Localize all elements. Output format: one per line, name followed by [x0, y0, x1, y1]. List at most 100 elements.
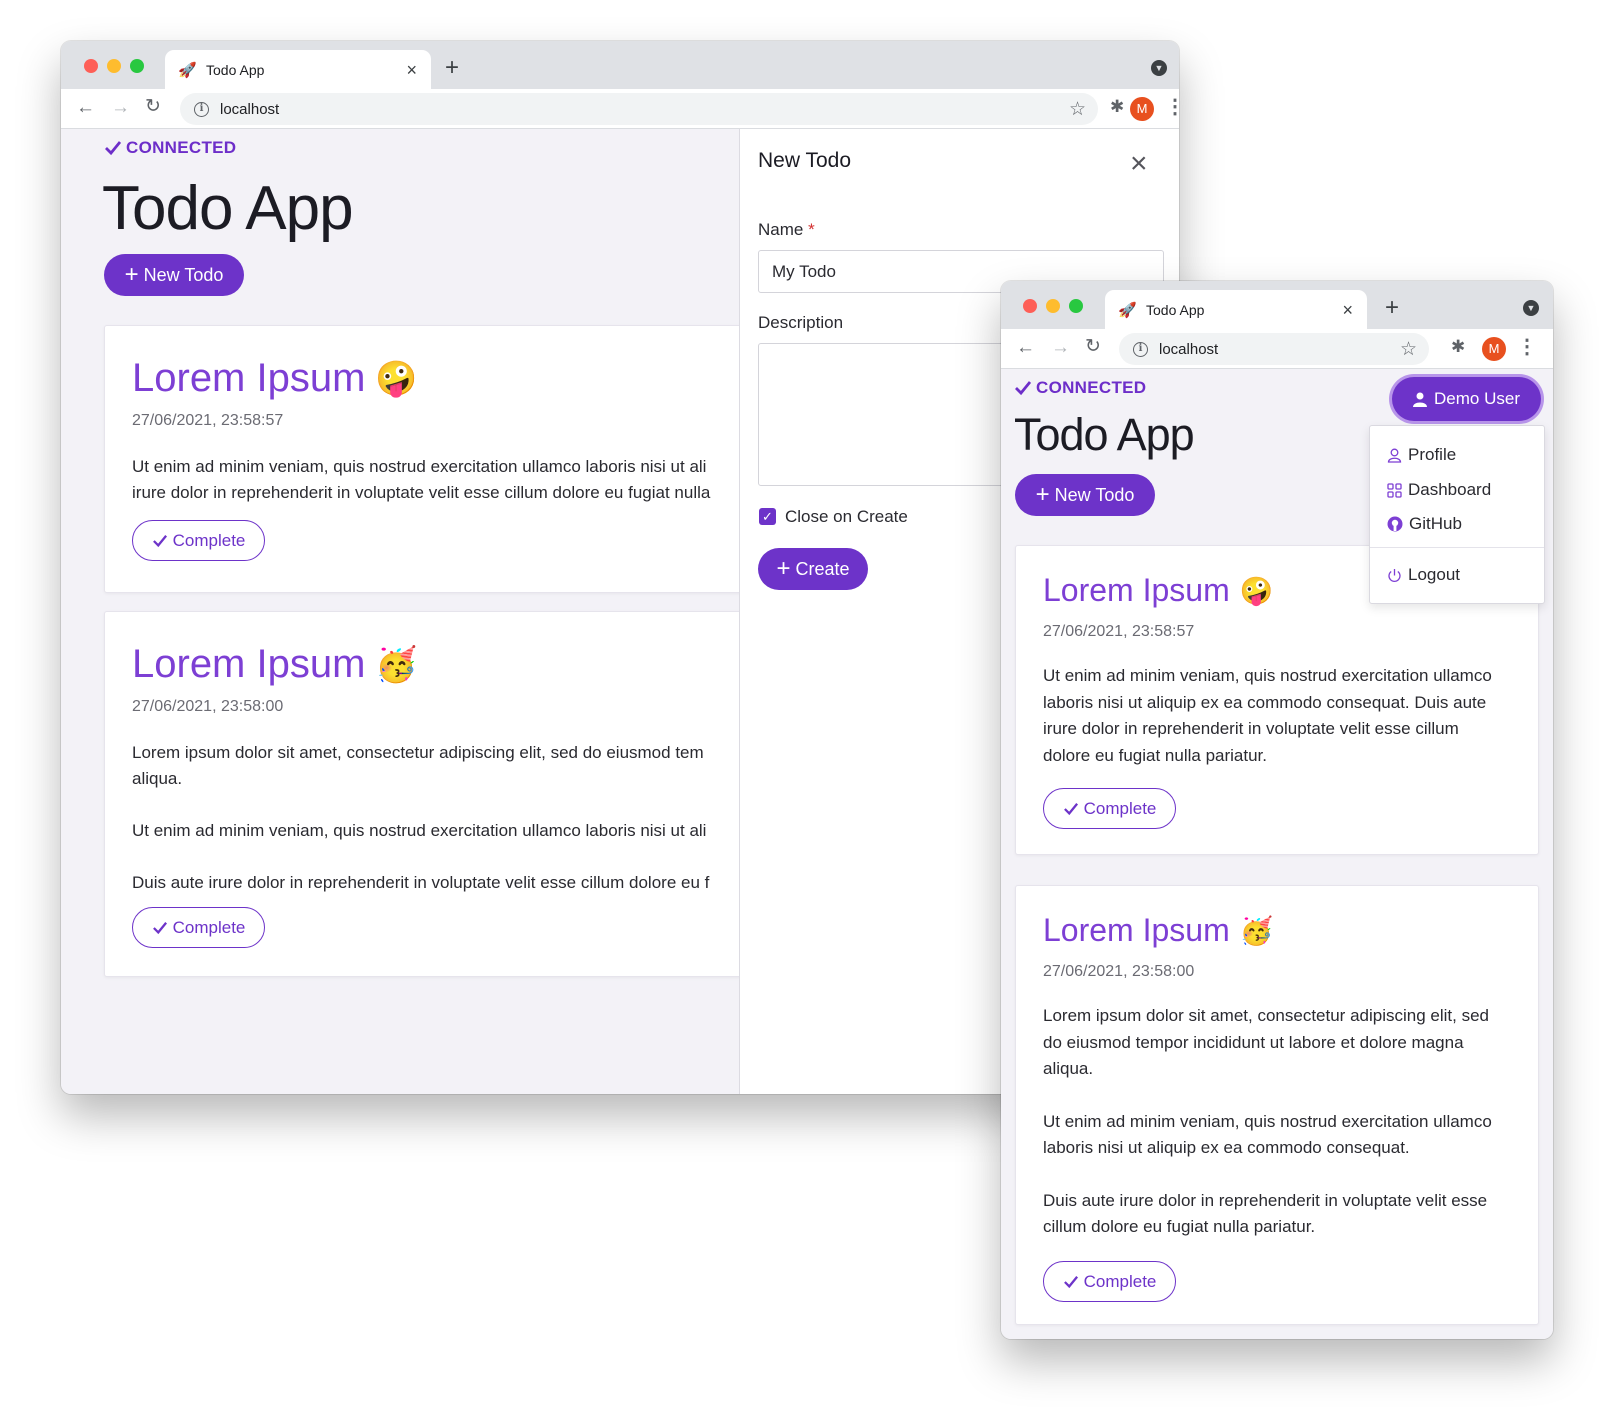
description-line: Ut enim ad minim veniam, quis nostrud ex… — [132, 457, 707, 476]
minimize-window-button[interactable] — [107, 59, 121, 73]
reload-icon[interactable]: ↻ — [145, 97, 161, 116]
complete-label: Complete — [172, 530, 246, 550]
browser-toolbar: ← → ↻ i localhost ☆ ✱ M ⋮ — [61, 89, 1179, 129]
forward-arrow-icon[interactable]: → — [1051, 338, 1070, 357]
menu-item-label: GitHub — [1409, 514, 1462, 533]
back-arrow-icon[interactable]: ← — [1016, 338, 1035, 357]
connection-status: CONNECTED — [104, 138, 236, 158]
browser-tab[interactable]: 🚀 Todo App × — [1105, 290, 1367, 329]
tab-title: Todo App — [206, 61, 265, 78]
create-label: Create — [795, 558, 850, 579]
user-icon — [1387, 448, 1402, 463]
puzzle-extension-icon[interactable]: ✱ — [1110, 97, 1124, 117]
todo-card: Lorem Ipsum 🥳 27/06/2021, 23:58:00 Lorem… — [1015, 885, 1539, 1325]
todo-description: Lorem ipsum dolor sit amet, consectetur … — [132, 740, 709, 922]
menu-item-profile[interactable]: Profile — [1370, 438, 1544, 472]
url-text[interactable]: localhost — [1159, 341, 1400, 358]
description-paragraph: Duis aute irure dolor in reprehenderit i… — [1043, 1190, 1488, 1237]
zany-face-emoji-icon: 🤪 — [375, 358, 418, 399]
todo-title-text: Lorem Ipsum — [1043, 912, 1230, 948]
menu-item-dashboard[interactable]: Dashboard — [1370, 473, 1544, 507]
zany-face-emoji-icon: 🤪 — [1239, 575, 1274, 607]
complete-button[interactable]: Complete — [132, 520, 265, 561]
check-icon — [1015, 381, 1032, 396]
bookmark-star-icon[interactable]: ☆ — [1400, 338, 1417, 361]
profile-avatar[interactable]: M — [1130, 97, 1154, 121]
rocket-icon: 🚀 — [178, 61, 197, 79]
close-window-button[interactable] — [84, 59, 98, 73]
menu-item-github[interactable]: GitHub — [1370, 507, 1544, 541]
party-face-emoji-icon: 🥳 — [1239, 915, 1274, 947]
complete-button[interactable]: Complete — [1043, 788, 1176, 829]
complete-button[interactable]: Complete — [1043, 1261, 1176, 1302]
tab-bar: 🚀 Todo App × + ▼ — [61, 41, 1179, 89]
description-line: aliqua. — [132, 769, 183, 788]
tab-search-icon[interactable]: ▼ — [1523, 300, 1539, 316]
site-info-icon[interactable]: i — [194, 101, 209, 117]
check-icon — [152, 534, 167, 547]
create-button[interactable]: + Create — [758, 548, 868, 590]
url-text[interactable]: localhost — [220, 101, 1069, 118]
tab-bar: 🚀 Todo App × + ▼ — [1001, 281, 1553, 329]
minimize-window-button[interactable] — [1046, 299, 1060, 313]
complete-button[interactable]: Complete — [132, 907, 265, 948]
new-todo-label: New Todo — [143, 264, 224, 285]
plus-icon: + — [1035, 481, 1050, 508]
bookmark-star-icon[interactable]: ☆ — [1069, 98, 1086, 121]
close-tab-icon[interactable]: × — [1342, 301, 1353, 319]
todo-title-text: Lorem Ipsum — [132, 356, 366, 400]
todo-title-text: Lorem Ipsum — [132, 642, 366, 686]
address-bar[interactable]: i localhost ☆ — [1119, 333, 1429, 365]
connection-status: CONNECTED — [1014, 378, 1146, 398]
drawer-title: New Todo — [758, 149, 852, 172]
user-icon — [1413, 392, 1428, 407]
close-on-create-label: Close on Create — [785, 507, 908, 526]
new-todo-button[interactable]: + New Todo — [1015, 474, 1155, 516]
todo-description: Lorem ipsum dolor sit amet, consectetur … — [1043, 1003, 1503, 1267]
menu-item-label: Profile — [1408, 445, 1457, 464]
todo-date: 27/06/2021, 23:58:57 — [1043, 623, 1195, 640]
browser-menu-icon[interactable]: ⋮ — [1165, 97, 1179, 117]
close-on-create-checkbox[interactable]: ✓ — [759, 508, 776, 525]
check-icon — [1063, 1275, 1078, 1288]
connection-status-label: CONNECTED — [126, 138, 237, 157]
tab-search-icon[interactable]: ▼ — [1151, 60, 1167, 76]
back-arrow-icon[interactable]: ← — [76, 98, 95, 117]
name-label-text: Name — [758, 220, 804, 239]
todo-card: Lorem Ipsum 🥳 27/06/2021, 23:58:00 Lorem… — [104, 611, 844, 977]
reload-icon[interactable]: ↻ — [1085, 337, 1101, 356]
rocket-icon: 🚀 — [1118, 301, 1137, 319]
close-tab-icon[interactable]: × — [406, 61, 417, 79]
address-bar[interactable]: i localhost ☆ — [180, 93, 1098, 125]
maximize-window-button[interactable] — [1069, 299, 1083, 313]
window-controls — [84, 59, 144, 73]
todo-description: Ut enim ad minim veniam, quis nostrud ex… — [1043, 663, 1503, 795]
browser-menu-icon[interactable]: ⋮ — [1517, 337, 1537, 357]
maximize-window-button[interactable] — [130, 59, 144, 73]
user-menu-button[interactable]: Demo User — [1392, 377, 1541, 421]
close-window-button[interactable] — [1023, 299, 1037, 313]
new-tab-button[interactable]: + — [445, 56, 459, 80]
menu-item-logout[interactable]: Logout — [1370, 558, 1544, 592]
site-info-icon[interactable]: i — [1133, 341, 1148, 357]
new-tab-button[interactable]: + — [1385, 296, 1399, 320]
todo-description: Ut enim ad minim veniam, quis nostrud ex… — [132, 454, 710, 506]
description-paragraph: Ut enim ad minim veniam, quis nostrud ex… — [1043, 666, 1492, 765]
puzzle-extension-icon[interactable]: ✱ — [1451, 337, 1465, 357]
profile-avatar[interactable]: M — [1482, 337, 1506, 361]
party-face-emoji-icon: 🥳 — [375, 644, 418, 685]
todo-title: Lorem Ipsum 🥳 — [1043, 912, 1273, 949]
power-icon — [1388, 568, 1401, 582]
github-icon — [1387, 516, 1403, 532]
check-icon — [105, 141, 122, 156]
browser-tab[interactable]: 🚀 Todo App × — [165, 50, 431, 89]
menu-divider — [1370, 547, 1544, 548]
forward-arrow-icon[interactable]: → — [111, 98, 130, 117]
required-mark: * — [808, 220, 815, 239]
todo-card: Lorem Ipsum 🤪 27/06/2021, 23:58:57 Ut en… — [104, 325, 844, 593]
user-dropdown-menu: Profile Dashboard GitHub Logout — [1369, 425, 1545, 604]
new-todo-button[interactable]: + New Todo — [104, 254, 244, 296]
close-drawer-icon[interactable]: × — [1130, 149, 1148, 179]
plus-icon: + — [124, 261, 139, 288]
description-paragraph: Ut enim ad minim veniam, quis nostrud ex… — [132, 821, 707, 840]
